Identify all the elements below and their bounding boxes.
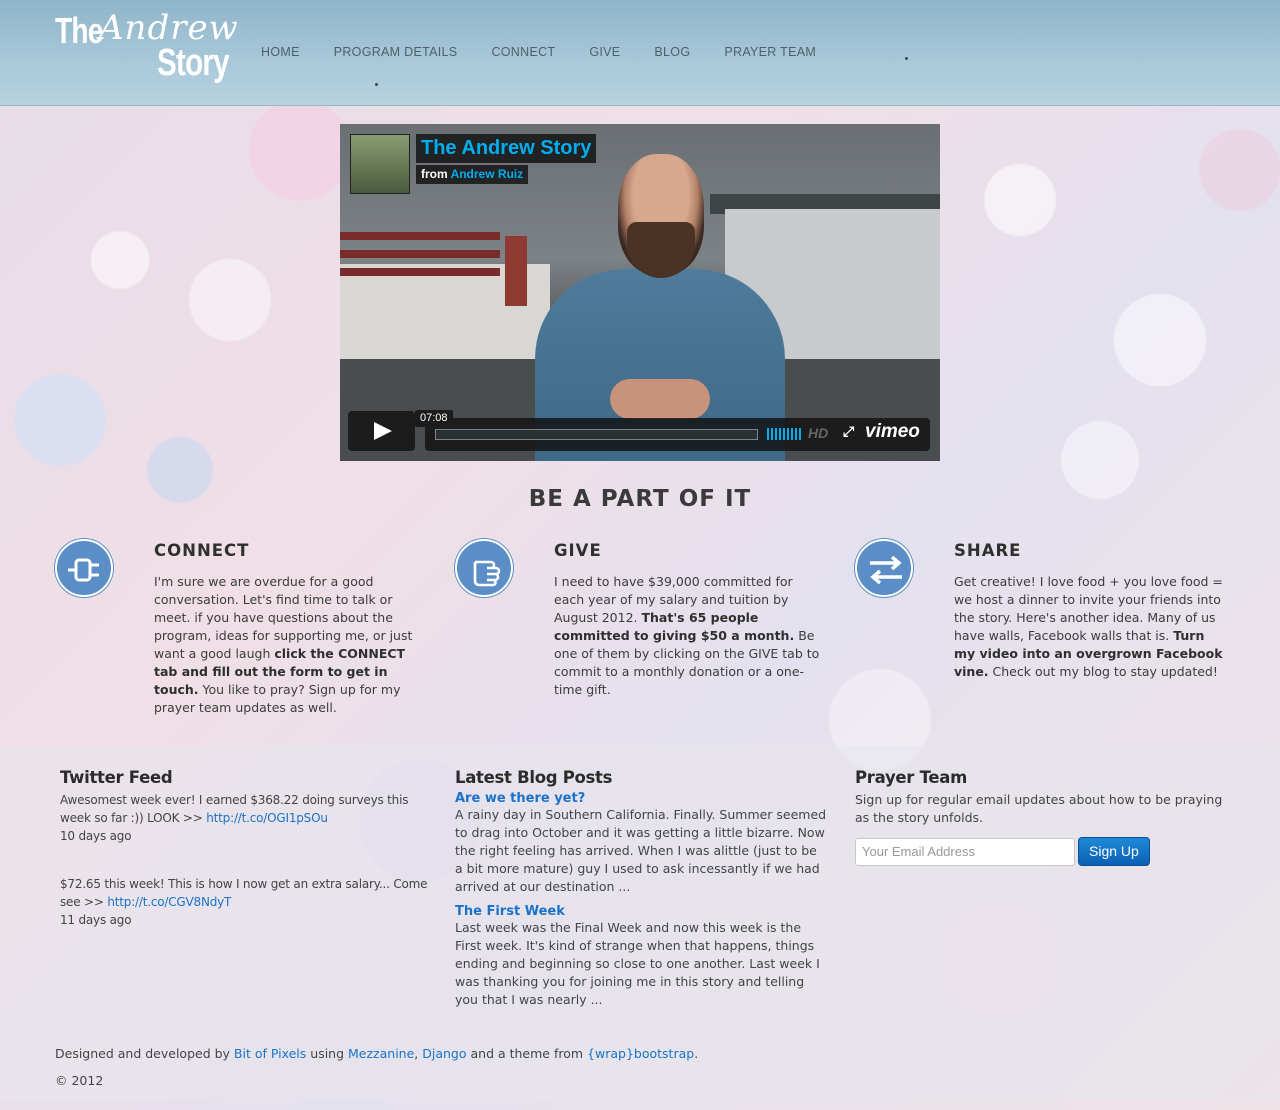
vimeo-logo[interactable]: vimeo [865,421,920,443]
tweet-time: 10 days ago [60,829,132,843]
prayer-team: Prayer Team Sign up for regular email up… [855,768,1235,866]
twitter-feed-title: Twitter Feed [60,768,173,787]
feature-title: GIVE [554,541,602,560]
mezzanine-link[interactable]: Mezzanine [348,1046,414,1061]
email-field[interactable]: Your Email Address [855,837,1075,866]
video-byline-from: from [421,167,448,181]
fullscreen-icon[interactable]: ⤢ [843,424,854,440]
bit-of-pixels-link[interactable]: Bit of Pixels [234,1046,306,1061]
video-byline: from Andrew Ruiz [416,165,529,184]
wrapbootstrap-link[interactable]: {wrap}bootstrap [587,1046,694,1061]
tweet: Awesomest week ever! I earned $368.22 do… [60,791,430,845]
blog-post-title[interactable]: The First Week [455,904,827,919]
tweet-link[interactable]: http://t.co/CGV8NdyT [107,895,231,909]
twitter-feed: Twitter Feed Awesomest week ever! I earn… [60,768,430,929]
prayer-team-intro: Sign up for regular email updates about … [855,792,1223,825]
blog-post-excerpt: Last week was the Final Week and now thi… [455,920,820,1007]
header-speck [905,57,908,60]
video-timestamp: 07:08 [415,410,453,427]
latest-blog-posts: Latest Blog Posts Are we there yet? A ra… [455,768,827,1009]
blog-post-excerpt: A rainy day in Southern California. Fina… [455,807,827,894]
video-frame-door [505,236,527,306]
nav-connect[interactable]: CONNECT [491,45,555,59]
tweet: $72.65 this week! This is how I now get … [60,875,430,929]
video-frame-person-hands [610,379,710,419]
video-title[interactable]: The Andrew Story [416,134,597,163]
hd-toggle[interactable]: HD [808,425,828,441]
feature-title: SHARE [954,541,1022,560]
copyright: © 2012 [55,1073,104,1088]
header-speck [375,83,378,86]
plug-icon [55,539,113,597]
video-frame-stripe [340,250,500,258]
video-frame-stripe [340,232,500,240]
site-footer: Designed and developed by Bit of Pixels … [55,1046,699,1088]
section-title: BE A PART OF IT [528,486,752,512]
blog-posts-title: Latest Blog Posts [455,768,613,787]
blog-post-title[interactable]: Are we there yet? [455,791,827,806]
video-progress-track[interactable] [435,429,758,440]
nav-blog[interactable]: BLOG [654,45,690,59]
swap-arrows-icon [855,539,913,597]
main-nav: HOME PROGRAM DETAILS CONNECT GIVE BLOG P… [261,45,850,59]
video-author-avatar[interactable] [350,134,410,194]
django-link[interactable]: Django [422,1046,466,1061]
volume-icon[interactable] [767,428,801,440]
video-frame-stripe [340,268,500,276]
site-logo[interactable]: The Andrew Story [55,8,238,84]
video-controls-bar: HD ⤢ vimeo [425,418,930,451]
video-player[interactable]: The Andrew Story from Andrew Ruiz HD ⤢ v… [340,124,940,461]
logo-the: The [55,10,103,51]
sign-up-button[interactable]: Sign Up [1078,837,1150,866]
feature-title: CONNECT [154,541,250,560]
nav-give[interactable]: GIVE [589,45,620,59]
feature-text: Get creative! I love food + you love foo… [954,574,1223,679]
site-header: The Andrew Story HOME PROGRAM DETAILS CO… [0,0,1280,106]
tweet-time: 11 days ago [60,913,132,927]
nav-program-details[interactable]: PROGRAM DETAILS [334,45,458,59]
nav-prayer-team[interactable]: PRAYER TEAM [724,45,816,59]
video-author-link[interactable]: Andrew Ruiz [451,167,524,181]
logo-story: Story [157,42,230,84]
feature-text: I need to have $39,000 committed for eac… [554,574,820,697]
play-button[interactable] [348,411,415,451]
tweet-link[interactable]: http://t.co/OGI1pSOu [206,811,328,825]
hand-icon [455,539,513,597]
prayer-team-title: Prayer Team [855,768,967,787]
signup-form: Your Email Address Sign Up [855,837,1235,866]
nav-home[interactable]: HOME [261,45,300,59]
feature-text: I'm sure we are overdue for a good conve… [154,574,413,715]
